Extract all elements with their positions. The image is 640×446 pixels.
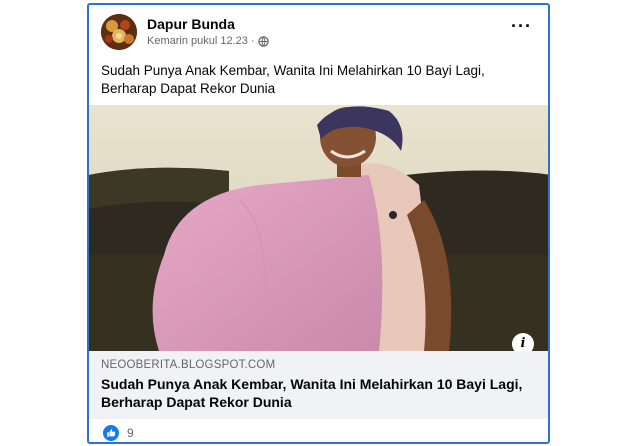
page-avatar[interactable]: [101, 14, 137, 50]
info-icon[interactable]: i: [512, 333, 534, 351]
globe-icon[interactable]: [257, 35, 269, 47]
page-name[interactable]: Dapur Bunda: [147, 16, 235, 32]
more-options-icon[interactable]: ···: [511, 17, 532, 35]
meta-separator: ·: [250, 35, 255, 47]
link-domain: NEOOBERITA.BLOGSPOT.COM: [101, 359, 276, 371]
reactions-bar: 9: [89, 423, 548, 442]
link-title[interactable]: Sudah Punya Anak Kembar, Wanita Ini Mela…: [101, 375, 541, 411]
post-header: Dapur Bunda Kemarin pukul 12.23 · ···: [89, 5, 548, 55]
link-preview-image[interactable]: i: [89, 105, 548, 351]
post-meta: Kemarin pukul 12.23 ·: [147, 35, 269, 47]
like-icon[interactable]: [103, 425, 119, 441]
like-count[interactable]: 9: [127, 426, 134, 440]
facebook-post-card: Dapur Bunda Kemarin pukul 12.23 · ··· Su…: [87, 3, 550, 444]
post-text: Sudah Punya Anak Kembar, Wanita Ini Mela…: [101, 63, 485, 96]
post-timestamp[interactable]: Kemarin pukul 12.23: [147, 35, 248, 47]
link-preview-box[interactable]: NEOOBERITA.BLOGSPOT.COM Sudah Punya Anak…: [89, 351, 548, 419]
